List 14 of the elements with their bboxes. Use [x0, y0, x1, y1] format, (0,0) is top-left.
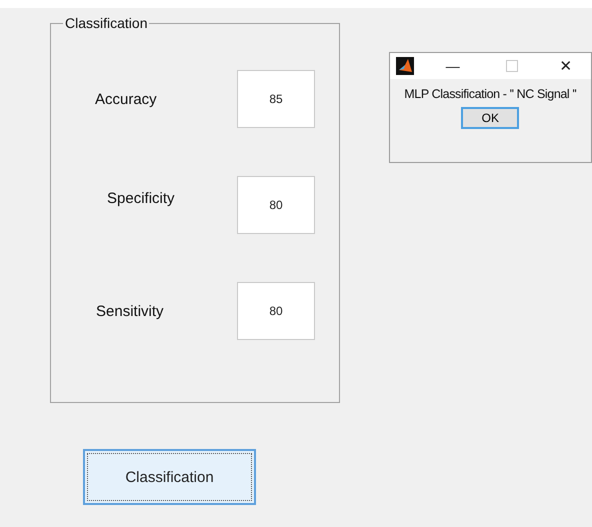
ok-button[interactable]: OK — [461, 107, 520, 129]
field-label: Accuracy — [95, 90, 157, 108]
field-label: Sensitivity — [96, 302, 164, 320]
value-field[interactable]: 80 — [237, 176, 315, 234]
value-field[interactable]: 85 — [237, 70, 315, 128]
classification-button[interactable]: Classification — [83, 449, 256, 505]
field-label: Specificity — [107, 190, 175, 206]
panel-title: Classification — [64, 15, 148, 31]
dialog-message: MLP Classification - '' NC Signal '' — [404, 87, 576, 101]
app-icon — [396, 57, 414, 75]
minimize-button[interactable]: — — [446, 58, 460, 74]
maximize-icon[interactable] — [506, 60, 518, 72]
close-button[interactable]: ✕ — [560, 57, 573, 75]
value-field[interactable]: 80 — [237, 282, 315, 340]
